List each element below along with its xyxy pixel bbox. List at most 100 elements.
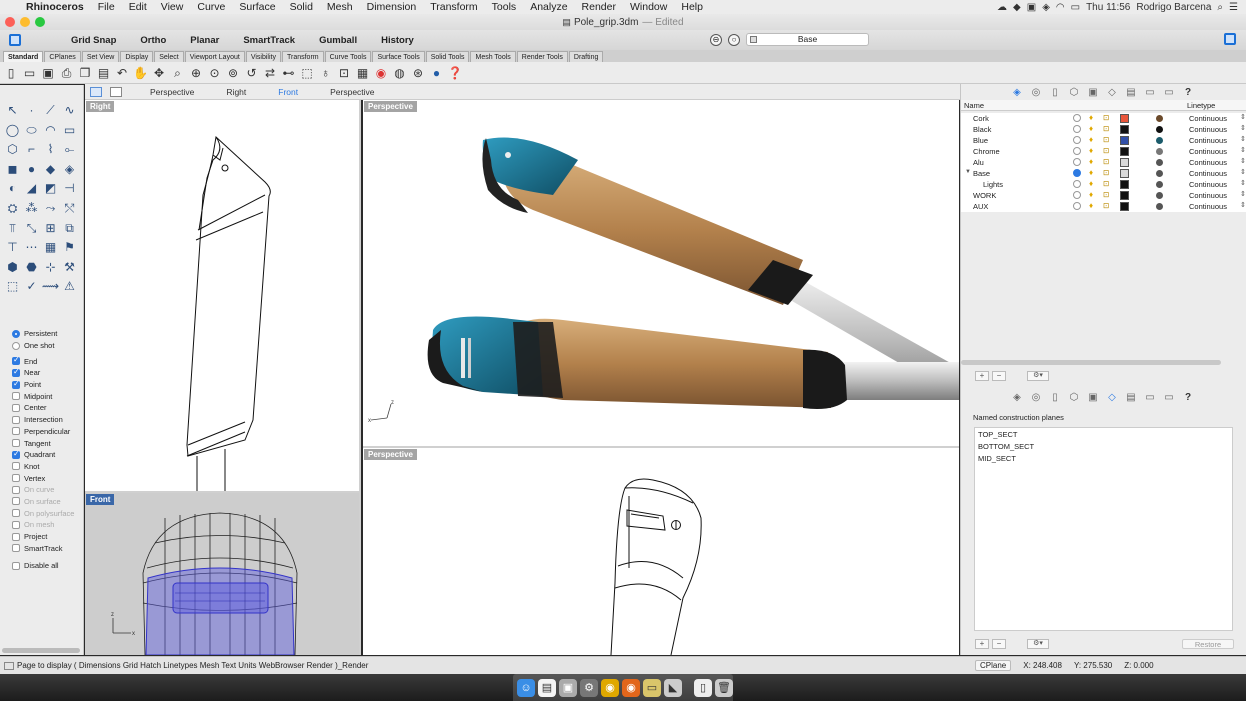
persistent-radio[interactable]: Persistent bbox=[12, 328, 74, 340]
lock-icon[interactable]: ⊡ bbox=[1103, 201, 1109, 210]
tab-mesh-tools[interactable]: Mesh Tools bbox=[470, 51, 516, 62]
system-prefs-icon[interactable]: ⚙ bbox=[580, 678, 598, 697]
help-panel-icon[interactable]: ? bbox=[1182, 392, 1194, 403]
layer-states-icon[interactable]: ◇ bbox=[1106, 87, 1118, 98]
preview-icon[interactable]: ▣ bbox=[559, 678, 577, 697]
close-window-button[interactable] bbox=[5, 17, 15, 27]
tray-dropbox-icon[interactable]: ◆ bbox=[1013, 2, 1021, 13]
mirror-icon[interactable]: ⧉ bbox=[60, 219, 79, 239]
col-linetype[interactable]: Linetype bbox=[1187, 101, 1215, 110]
block-icon[interactable]: ⚑ bbox=[60, 238, 79, 258]
tab-solid-tools[interactable]: Solid Tools bbox=[425, 51, 470, 62]
edited-status[interactable]: — Edited bbox=[642, 17, 683, 28]
lightbulb-icon[interactable]: ♁ bbox=[318, 65, 334, 81]
layer-color-swatch[interactable] bbox=[1120, 191, 1129, 200]
osnap-vertex-checkbox[interactable]: Vertex bbox=[12, 472, 74, 484]
join-icon[interactable]: ⤳ bbox=[41, 199, 60, 219]
command-prompt[interactable]: Page to display ( Dimensions Grid Hatch … bbox=[17, 661, 967, 670]
vp-tab-right[interactable]: Right bbox=[210, 87, 262, 97]
tab-surface-tools[interactable]: Surface Tools bbox=[372, 51, 425, 62]
sphere-icon[interactable]: ● bbox=[22, 160, 41, 180]
display-icon[interactable]: ▭ bbox=[1163, 87, 1175, 98]
layer-linetype[interactable]: Continuous bbox=[1189, 136, 1227, 145]
lock-icon[interactable]: ⊡ bbox=[1103, 124, 1109, 133]
lightbulb-icon[interactable]: ♦ bbox=[1089, 157, 1093, 166]
linetype-stepper-icon[interactable]: ⇕ bbox=[1240, 201, 1246, 209]
boolean-icon[interactable]: ◐ bbox=[3, 179, 22, 199]
menu-window[interactable]: Window bbox=[623, 1, 674, 13]
layer-color-swatch[interactable] bbox=[1120, 136, 1129, 145]
remove-layer-button[interactable]: − bbox=[992, 371, 1006, 381]
check-icon[interactable]: ✓ bbox=[22, 277, 41, 297]
current-layer-radio[interactable] bbox=[1073, 169, 1081, 177]
layer-linetype[interactable]: Continuous bbox=[1189, 202, 1227, 211]
polygon-icon[interactable]: ⬡ bbox=[3, 140, 22, 160]
document-icon[interactable]: ▯ bbox=[1049, 392, 1061, 403]
linetype-stepper-icon[interactable]: ⇕ bbox=[1240, 168, 1246, 176]
rhino-icon[interactable]: ◣ bbox=[664, 678, 682, 697]
open-icon[interactable]: ▭ bbox=[22, 65, 38, 81]
list-item[interactable]: MID_SECT bbox=[975, 452, 1232, 464]
tab-set-view[interactable]: Set View bbox=[81, 51, 120, 62]
viewport-label-active[interactable]: Front bbox=[86, 494, 115, 505]
layout-icon[interactable]: ▭ bbox=[1144, 392, 1156, 403]
layer-linetype[interactable]: Continuous bbox=[1189, 158, 1227, 167]
osnap-point-checkbox[interactable]: Point bbox=[12, 379, 74, 391]
solid-box-icon[interactable]: ⬢ bbox=[3, 258, 22, 278]
lightbulb-icon[interactable]: ♦ bbox=[1089, 179, 1093, 188]
lightbulb-icon[interactable]: ♦ bbox=[1089, 135, 1093, 144]
menu-edit[interactable]: Edit bbox=[122, 1, 154, 13]
rectangle-icon[interactable]: ▭ bbox=[60, 121, 79, 141]
material-swatch[interactable] bbox=[1156, 170, 1163, 177]
history-toggle[interactable]: History bbox=[369, 35, 426, 46]
layer-row[interactable]: Black ♦ ⊡ Continuous ⇕ bbox=[961, 124, 1246, 135]
linetype-stepper-icon[interactable]: ⇕ bbox=[1240, 190, 1246, 198]
menu-help[interactable]: Help bbox=[674, 1, 710, 13]
clock[interactable]: Thu 11:56 bbox=[1086, 2, 1130, 13]
planar-toggle[interactable]: Planar bbox=[178, 35, 231, 46]
trim-icon[interactable]: ⫪ bbox=[3, 219, 22, 239]
current-layer-radio[interactable] bbox=[1073, 136, 1081, 144]
explode-icon[interactable]: ⤲ bbox=[60, 199, 79, 219]
tray-cloud-icon[interactable]: ☁ bbox=[997, 2, 1007, 13]
material-icon[interactable]: ● bbox=[429, 65, 445, 81]
mesh-icon[interactable]: ⛭ bbox=[3, 199, 22, 219]
layer-row[interactable]: Lights ♦ ⊡ Continuous ⇕ bbox=[961, 179, 1246, 190]
tab-curve-tools[interactable]: Curve Tools bbox=[324, 51, 372, 62]
current-layer-radio[interactable] bbox=[1073, 158, 1081, 166]
osnap-midpoint-checkbox[interactable]: Midpoint bbox=[12, 390, 74, 402]
finder-icon[interactable]: ☺ bbox=[517, 678, 535, 697]
layer-name[interactable]: Chrome bbox=[973, 147, 1000, 156]
document-icon[interactable]: ▯ bbox=[1049, 87, 1061, 98]
move-icon[interactable]: ⇄ bbox=[262, 65, 278, 81]
layer-row[interactable]: AUX ♦ ⊡ Continuous ⇕ bbox=[961, 201, 1246, 212]
command-history-icon[interactable] bbox=[4, 661, 14, 670]
disable-all-checkbox[interactable]: Disable all bbox=[12, 560, 74, 572]
layer-row[interactable]: Blue ♦ ⊡ Continuous ⇕ bbox=[961, 135, 1246, 146]
minimize-window-button[interactable] bbox=[20, 17, 30, 27]
layers-icon[interactable]: ◈ bbox=[1011, 87, 1023, 98]
warning-icon[interactable]: ⚠ bbox=[60, 277, 79, 297]
lightbulb-icon[interactable]: ♦ bbox=[1089, 168, 1093, 177]
spotlight-icon[interactable]: ⌕ bbox=[1217, 2, 1223, 13]
layer-color-swatch[interactable] bbox=[1120, 169, 1129, 178]
offset-icon[interactable]: ⌇ bbox=[41, 140, 60, 160]
menu-surface[interactable]: Surface bbox=[232, 1, 282, 13]
lightbulb-icon[interactable]: ♦ bbox=[1089, 146, 1093, 155]
layer-linetype[interactable]: Continuous bbox=[1189, 125, 1227, 134]
fillet-edge-icon[interactable]: ◢ bbox=[22, 179, 41, 199]
tray-wifi-icon[interactable]: ◠ bbox=[1056, 2, 1065, 13]
grid-array-icon[interactable]: ▦ bbox=[41, 238, 60, 258]
material-swatch[interactable] bbox=[1156, 159, 1163, 166]
layer-row[interactable]: Alu ♦ ⊡ Continuous ⇕ bbox=[961, 157, 1246, 168]
cage-icon[interactable]: ⬚ bbox=[3, 277, 22, 297]
layers-icon[interactable]: ◈ bbox=[1011, 392, 1023, 403]
notification-icon[interactable]: ☰ bbox=[1229, 2, 1238, 13]
osnap-intersection-checkbox[interactable]: Intersection bbox=[12, 414, 74, 426]
layer-row[interactable]: Chrome ♦ ⊡ Continuous ⇕ bbox=[961, 146, 1246, 157]
user-name[interactable]: Rodrigo Barcena bbox=[1136, 2, 1211, 13]
camera-icon[interactable]: ▣ bbox=[1087, 87, 1099, 98]
single-viewport-layout-icon[interactable] bbox=[110, 86, 122, 97]
dimension-icon[interactable]: ⊤ bbox=[3, 238, 22, 258]
vp-tab-perspective-2[interactable]: Perspective bbox=[314, 87, 390, 97]
